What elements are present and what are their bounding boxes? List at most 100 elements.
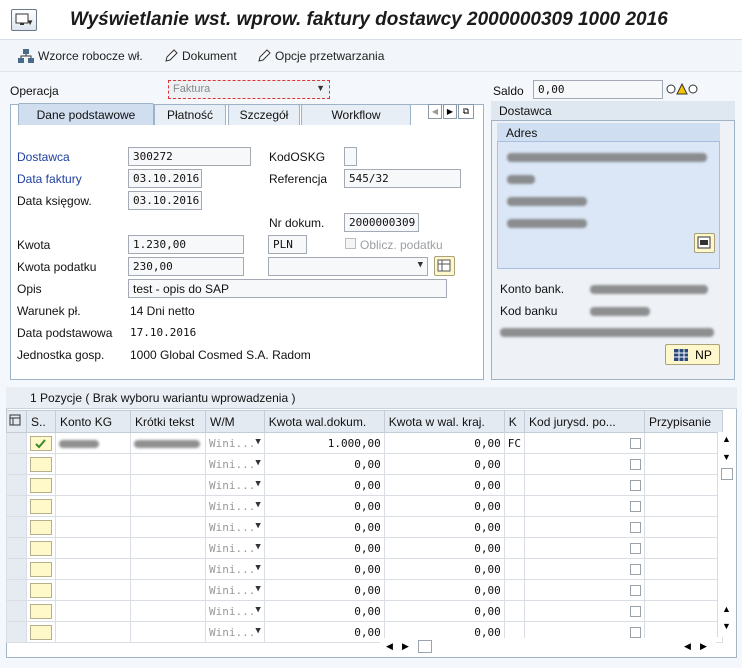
table-row[interactable]: Wini... ▼ 1.000,00 0,00 FC	[6, 432, 724, 454]
row-amount-doc[interactable]: 0,00	[263, 453, 385, 475]
col-jurisdiction[interactable]: Kod jurysd. po...	[524, 410, 646, 433]
tab-details[interactable]: Szczegół	[228, 104, 300, 125]
row-amount-local[interactable]: 0,00	[383, 600, 505, 622]
row-selector[interactable]	[6, 537, 27, 559]
scroll-thumb[interactable]	[418, 640, 432, 653]
row-amount-doc[interactable]: 0,00	[263, 600, 385, 622]
row-short-text[interactable]	[130, 474, 206, 496]
text-field[interactable]: test - opis do SAP	[128, 279, 447, 298]
row-checkbox[interactable]	[630, 500, 642, 512]
row-amount-local[interactable]: 0,00	[383, 432, 505, 454]
row-assignment[interactable]	[644, 537, 724, 559]
row-debit-credit[interactable]: Wini... ▼	[205, 621, 265, 643]
status-checkbox[interactable]	[30, 582, 52, 598]
status-checkbox[interactable]	[30, 498, 52, 514]
row-jurisdiction[interactable]	[524, 558, 646, 580]
col-status[interactable]: S..	[26, 410, 56, 433]
scroll-down-icon[interactable]: ▼	[722, 621, 731, 631]
tab-prev-icon[interactable]: ◀	[428, 104, 442, 119]
row-jurisdiction[interactable]	[524, 579, 646, 601]
row-amount-doc[interactable]: 0,00	[263, 621, 385, 643]
row-status[interactable]	[26, 453, 56, 475]
table-row[interactable]: Wini... ▼ 0,00 0,00	[6, 516, 724, 538]
col-tax-code[interactable]: K	[503, 410, 526, 433]
row-short-text[interactable]	[130, 600, 206, 622]
row-selector[interactable]	[6, 621, 27, 643]
row-tax-code[interactable]	[503, 516, 526, 538]
table-row[interactable]: Wini... ▼ 0,00 0,00	[6, 495, 724, 517]
col-amount-doc[interactable]: Kwota wal.dokum.	[263, 410, 385, 433]
row-debit-credit[interactable]: Wini... ▼	[205, 453, 265, 475]
row-selector[interactable]	[6, 558, 27, 580]
menu-icon[interactable]: ▼	[11, 9, 37, 31]
row-checkbox[interactable]	[630, 458, 642, 470]
tab-next-icon[interactable]: ▶	[443, 104, 457, 119]
row-selector[interactable]	[6, 516, 27, 538]
row-checkbox[interactable]	[630, 605, 642, 617]
row-amount-doc[interactable]: 0,00	[263, 537, 385, 559]
row-debit-credit[interactable]: Wini... ▼	[205, 495, 265, 517]
row-selector[interactable]	[6, 495, 27, 517]
col-gl-account[interactable]: Konto KG	[55, 410, 131, 433]
row-assignment[interactable]	[644, 432, 724, 454]
vendor-field[interactable]: 300272	[128, 147, 251, 166]
row-jurisdiction[interactable]	[524, 495, 646, 517]
row-short-text[interactable]	[130, 432, 206, 454]
row-jurisdiction[interactable]	[524, 600, 646, 622]
row-checkbox[interactable]	[630, 437, 642, 449]
table-row[interactable]: Wini... ▼ 0,00 0,00	[6, 600, 724, 622]
row-gl-account[interactable]	[55, 495, 131, 517]
tab-workflow[interactable]: Workflow	[301, 104, 411, 125]
scroll-right-icon[interactable]: ▶	[402, 641, 409, 652]
row-tax-code[interactable]	[503, 579, 526, 601]
row-amount-doc[interactable]: 0,00	[263, 474, 385, 496]
row-checkbox[interactable]	[630, 521, 642, 533]
row-tax-code[interactable]: FC	[503, 432, 526, 454]
row-assignment[interactable]	[644, 474, 724, 496]
row-amount-local[interactable]: 0,00	[383, 453, 505, 475]
invoice-date-field[interactable]: 03.10.2016	[128, 169, 202, 188]
row-tax-code[interactable]	[503, 495, 526, 517]
row-checkbox[interactable]	[630, 584, 642, 596]
table-row[interactable]: Wini... ▼ 0,00 0,00	[6, 558, 724, 580]
status-checkbox[interactable]	[30, 540, 52, 556]
row-tax-code[interactable]	[503, 474, 526, 496]
row-tax-code[interactable]	[503, 600, 526, 622]
scroll-right-icon[interactable]: ▶	[700, 641, 707, 652]
row-checkbox[interactable]	[630, 563, 642, 575]
row-gl-account[interactable]	[55, 537, 131, 559]
row-status[interactable]	[26, 579, 56, 601]
row-checkbox[interactable]	[630, 626, 642, 638]
row-amount-doc[interactable]: 0,00	[263, 495, 385, 517]
row-status[interactable]	[26, 432, 56, 454]
scroll-thumb[interactable]	[721, 468, 733, 480]
operation-select[interactable]: Faktura ▼	[168, 80, 330, 99]
row-selector[interactable]	[6, 579, 27, 601]
row-assignment[interactable]	[644, 453, 724, 475]
row-assignment[interactable]	[644, 579, 724, 601]
status-checkbox[interactable]	[30, 603, 52, 619]
amount-field[interactable]: 1.230,00	[128, 235, 244, 254]
row-debit-credit[interactable]: Wini... ▼	[205, 474, 265, 496]
row-gl-account[interactable]	[55, 474, 131, 496]
row-selector[interactable]	[6, 432, 27, 454]
document-button[interactable]: Dokument	[164, 47, 237, 65]
row-checkbox[interactable]	[630, 542, 642, 554]
status-checkbox[interactable]	[30, 519, 52, 535]
calc-tax-checkbox[interactable]	[345, 238, 356, 249]
row-jurisdiction[interactable]	[524, 432, 646, 454]
row-amount-local[interactable]: 0,00	[383, 474, 505, 496]
row-amount-local[interactable]: 0,00	[383, 495, 505, 517]
row-assignment[interactable]	[644, 495, 724, 517]
row-debit-credit[interactable]: Wini... ▼	[205, 600, 265, 622]
status-checkbox[interactable]	[30, 477, 52, 493]
table-row[interactable]: Wini... ▼ 0,00 0,00	[6, 537, 724, 559]
kodoskg-field[interactable]	[344, 147, 357, 166]
status-checkbox[interactable]	[30, 435, 52, 451]
row-status[interactable]	[26, 621, 56, 643]
row-jurisdiction[interactable]	[524, 453, 646, 475]
row-short-text[interactable]	[130, 516, 206, 538]
row-selector[interactable]	[6, 453, 27, 475]
row-jurisdiction[interactable]	[524, 537, 646, 559]
currency-field[interactable]: PLN	[268, 235, 307, 254]
